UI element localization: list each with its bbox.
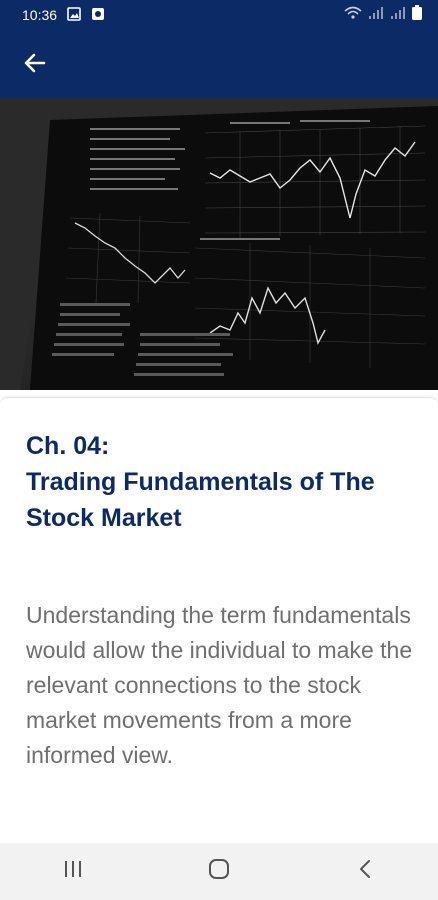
status-bar: 10:36 (0, 0, 438, 30)
chapter-number: Ch. 04: (26, 432, 110, 460)
battery-icon (412, 5, 422, 25)
system-nav-bar (0, 843, 438, 900)
recent-apps-button[interactable] (43, 852, 103, 892)
stock-monitor-photo (0, 98, 438, 390)
chapter-heading: Trading Fundamentals of The Stock Market (26, 468, 375, 532)
wifi-icon (344, 6, 362, 25)
app-bar (0, 30, 438, 98)
chapter-title: Ch. 04: Trading Fundamentals of The Stoc… (26, 428, 426, 536)
status-left: 10:36 (22, 6, 105, 24)
home-button[interactable] (189, 852, 249, 892)
image-icon (67, 6, 81, 24)
back-nav-button[interactable] (335, 852, 395, 892)
notification-icon (91, 7, 105, 24)
signal-icon (368, 6, 384, 25)
home-icon (208, 858, 230, 885)
status-time: 10:36 (22, 7, 58, 23)
hero-image (0, 98, 438, 390)
status-right (344, 5, 422, 25)
back-nav-icon (358, 859, 372, 884)
arrow-left-icon (24, 52, 46, 79)
chapter-card: Ch. 04: Trading Fundamentals of The Stoc… (0, 397, 438, 858)
back-button[interactable] (18, 48, 52, 82)
chapter-body: Understanding the term fundamentals woul… (26, 602, 413, 768)
recent-apps-icon (63, 860, 83, 883)
signal-icon (390, 6, 406, 25)
